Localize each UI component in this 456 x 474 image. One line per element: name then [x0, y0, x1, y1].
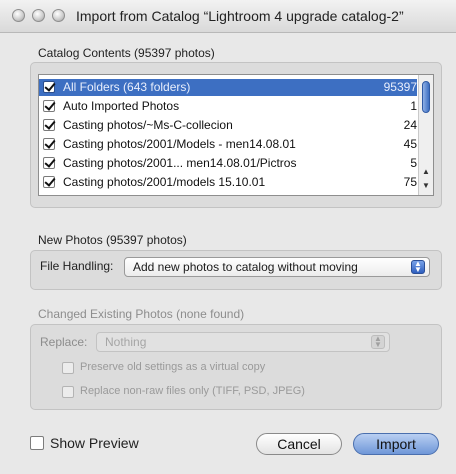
folder-label: Casting photos/~Ms-C-collecion — [63, 118, 233, 132]
new-photos-label: New Photos (95397 photos) — [38, 233, 187, 247]
import-button[interactable]: Import — [353, 433, 439, 455]
folder-label: Casting photos/2001/models 15.10.01 — [63, 175, 266, 189]
replace-nonraw-checkbox[interactable] — [62, 386, 74, 398]
changed-photos-label: Changed Existing Photos (none found) — [38, 307, 245, 321]
folder-photo-count: 95397 — [383, 80, 417, 94]
window-title: Import from Catalog “Lightroom 4 upgrade… — [76, 8, 404, 24]
catalog-row[interactable]: Casting photos/2001/Models - men14.08.01… — [39, 136, 417, 153]
popup-arrows-icon: ▲ ▼ — [411, 260, 425, 274]
folder-photo-count: 24 — [403, 118, 417, 132]
folder-checkbox[interactable] — [43, 176, 55, 188]
folder-label: Casting photos/2001... men14.08.01/Pictr… — [63, 156, 297, 170]
catalog-row[interactable]: Casting photos/2001... men14.08.01/Pictr… — [39, 155, 417, 172]
folder-photo-count: 75 — [403, 175, 417, 189]
show-preview-checkbox[interactable] — [30, 436, 44, 450]
folder-photo-count: 45 — [403, 137, 417, 151]
scrollbar-thumb[interactable] — [422, 81, 430, 113]
minimize-window-button[interactable] — [32, 9, 45, 22]
catalog-row[interactable]: Auto Imported Photos 1 — [39, 98, 417, 115]
folder-photo-count: 1 — [410, 99, 417, 113]
folder-checkbox[interactable] — [43, 119, 55, 131]
replace-nonraw-label: Replace non-raw files only (TIFF, PSD, J… — [80, 385, 305, 397]
preserve-virtual-copy-label: Preserve old settings as a virtual copy — [80, 361, 266, 373]
folder-checkbox[interactable] — [43, 138, 55, 150]
cancel-button[interactable]: Cancel — [256, 433, 342, 455]
folder-checkbox[interactable] — [43, 81, 55, 93]
scroll-down-arrow-icon[interactable]: ▼ — [422, 181, 430, 190]
list-scrollbar[interactable]: ▲ ▼ — [418, 75, 433, 195]
folder-photo-count: 5 — [410, 156, 417, 170]
preserve-virtual-copy-checkbox[interactable] — [62, 362, 74, 374]
popup-arrows-icon: ▲ ▼ — [371, 335, 385, 349]
folder-checkbox[interactable] — [43, 100, 55, 112]
folder-label: Casting photos/2001/Models - men14.08.01 — [63, 137, 296, 151]
folder-checkbox[interactable] — [43, 157, 55, 169]
scroll-up-arrow-icon[interactable]: ▲ — [422, 167, 430, 176]
zoom-window-button[interactable] — [52, 9, 65, 22]
file-handling-label: File Handling: — [40, 259, 114, 273]
import-dialog: Import from Catalog “Lightroom 4 upgrade… — [0, 0, 456, 474]
replace-popup[interactable]: Nothing ▲ ▼ — [96, 332, 390, 352]
show-preview-label: Show Preview — [50, 435, 139, 451]
replace-value: Nothing — [105, 335, 147, 349]
catalog-row[interactable]: Casting photos/~Ms-C-collecion 24 — [39, 117, 417, 134]
replace-label: Replace: — [40, 335, 88, 349]
file-handling-popup[interactable]: Add new photos to catalog without moving… — [124, 257, 430, 277]
catalog-row[interactable]: Casting photos/2001/models 15.10.01 75 — [39, 174, 417, 191]
catalog-contents-label: Catalog Contents (95397 photos) — [38, 46, 215, 60]
close-window-button[interactable] — [12, 9, 25, 22]
folder-label: All Folders (643 folders) — [63, 80, 191, 94]
folder-label: Auto Imported Photos — [63, 99, 180, 113]
file-handling-value: Add new photos to catalog without moving — [133, 260, 358, 274]
catalog-folder-list[interactable]: All Folders (643 folders) 95397 Auto Impor… — [38, 74, 434, 196]
title-bar: Import from Catalog “Lightroom 4 upgrade… — [0, 0, 456, 33]
catalog-row[interactable]: All Folders (643 folders) 95397 — [39, 79, 417, 96]
